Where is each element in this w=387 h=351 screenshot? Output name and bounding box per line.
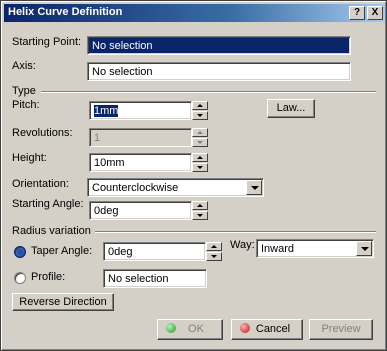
taper-angle-spinner[interactable] (206, 242, 222, 261)
height-label: Height: (12, 152, 47, 164)
reverse-direction-button[interactable]: Reverse Direction (12, 293, 114, 311)
type-group-divider (41, 91, 376, 93)
starting-angle-field[interactable]: 0deg (89, 201, 192, 220)
orientation-label: Orientation: (12, 178, 69, 190)
helix-curve-dialog: Helix Curve Definition ? X Starting Poin… (0, 0, 387, 351)
pitch-spinner[interactable] (192, 101, 208, 120)
revolutions-spinner (192, 128, 208, 147)
help-button[interactable]: ? (349, 6, 365, 20)
taper-angle-label: Taper Angle: (31, 245, 93, 257)
profile-field[interactable]: No selection (103, 269, 207, 288)
title-bar: Helix Curve Definition ? X (4, 4, 385, 22)
height-up-arrow-icon[interactable] (192, 153, 208, 162)
taper-angle-field[interactable]: 0deg (103, 242, 206, 261)
starting-angle-down-arrow-icon[interactable] (192, 211, 208, 220)
pitch-up-arrow-icon[interactable] (192, 101, 208, 110)
orientation-combo[interactable]: Counterclockwise (87, 178, 264, 197)
pitch-label: Pitch: (12, 99, 40, 111)
way-label: Way: (230, 239, 255, 251)
ok-button[interactable]: OK (157, 319, 223, 340)
pitch-value: 1mm (94, 105, 119, 117)
height-spinner[interactable] (192, 153, 208, 172)
starting-angle-spinner[interactable] (192, 201, 208, 220)
law-button[interactable]: Law... (267, 99, 315, 118)
revolutions-field: 1 (89, 128, 192, 147)
axis-field[interactable]: No selection (87, 62, 351, 81)
taper-angle-down-arrow-icon[interactable] (206, 252, 222, 261)
profile-label: Profile: (31, 271, 66, 283)
close-button[interactable]: X (367, 6, 383, 20)
type-group-label: Type (12, 85, 36, 97)
orientation-dropdown-arrow-icon[interactable] (246, 180, 262, 195)
starting-angle-up-arrow-icon[interactable] (192, 201, 208, 210)
starting-point-label: Starting Point: (12, 36, 82, 48)
dialog-title: Helix Curve Definition (8, 6, 123, 18)
pitch-field[interactable]: 1mm (89, 101, 192, 120)
pitch-down-arrow-icon[interactable] (192, 111, 208, 120)
ok-icon (166, 323, 176, 333)
cancel-icon (240, 323, 250, 333)
revolutions-label: Revolutions: (12, 127, 73, 139)
taper-angle-radio[interactable] (14, 246, 26, 258)
radius-variation-label: Radius variation (12, 225, 91, 237)
profile-radio[interactable] (14, 272, 26, 284)
height-down-arrow-icon[interactable] (192, 163, 208, 172)
revolutions-down-arrow-icon (192, 138, 208, 147)
radius-group-divider (95, 231, 376, 233)
way-dropdown-arrow-icon[interactable] (356, 241, 372, 256)
cancel-button[interactable]: Cancel (231, 319, 303, 340)
taper-angle-up-arrow-icon[interactable] (206, 242, 222, 251)
preview-button[interactable]: Preview (309, 319, 373, 340)
starting-point-field[interactable]: No selection (87, 36, 351, 55)
revolutions-up-arrow-icon (192, 128, 208, 137)
cancel-label: Cancel (255, 323, 291, 335)
starting-angle-label: Starting Angle: (12, 198, 84, 210)
height-field[interactable]: 10mm (89, 153, 192, 172)
axis-label: Axis: (12, 60, 36, 72)
ok-label: OK (188, 323, 204, 335)
